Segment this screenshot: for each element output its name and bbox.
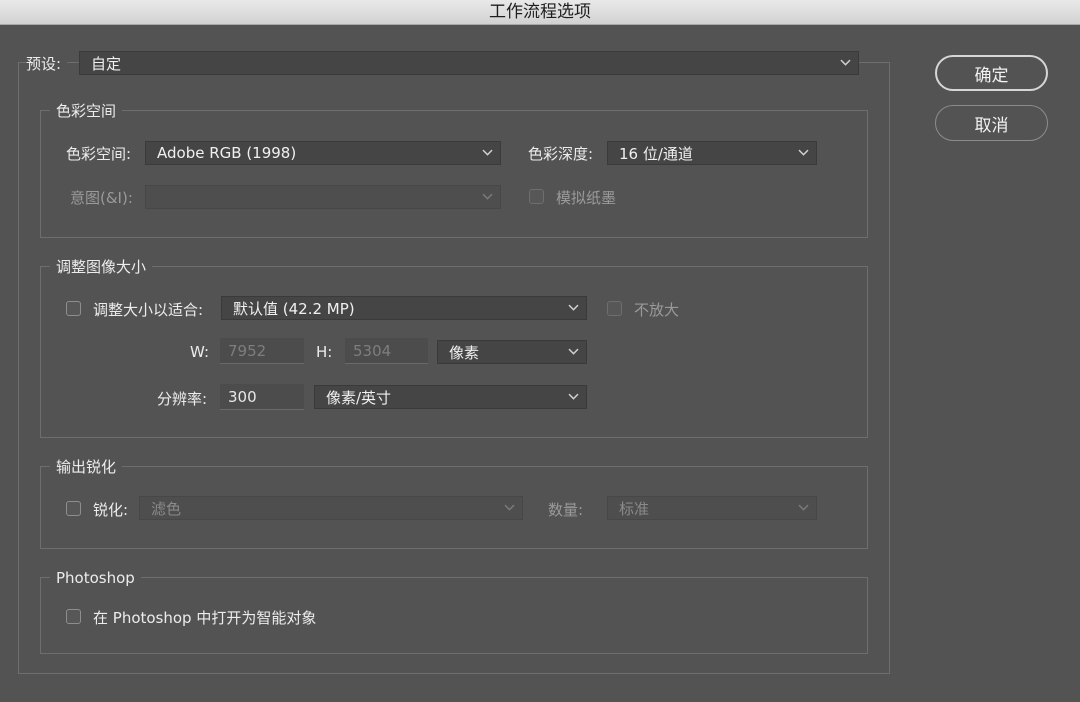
resolution-value: 300 bbox=[228, 387, 257, 406]
chevron-down-icon bbox=[798, 504, 809, 511]
no-enlarge-label: 不放大 bbox=[634, 301, 680, 319]
resize-title: 调整图像大小 bbox=[50, 257, 153, 277]
chevron-down-icon bbox=[568, 393, 579, 400]
resolution-input[interactable]: 300 bbox=[220, 384, 304, 410]
width-value: 7952 bbox=[228, 341, 267, 360]
resize-to-fit-checkbox[interactable] bbox=[66, 301, 81, 316]
size-unit-value: 像素 bbox=[449, 343, 480, 362]
cancel-button[interactable]: 取消 bbox=[935, 105, 1048, 141]
preset-label: 预设: bbox=[26, 54, 62, 73]
chevron-down-icon bbox=[504, 504, 515, 511]
cancel-button-label: 取消 bbox=[974, 115, 1009, 136]
open-smart-object-label: 在 Photoshop 中打开为智能对象 bbox=[93, 609, 317, 627]
height-value: 5304 bbox=[353, 341, 392, 360]
ok-button[interactable]: 确定 bbox=[935, 55, 1048, 91]
color-depth-label: 色彩深度: bbox=[528, 145, 594, 163]
resolution-unit-value: 像素/英寸 bbox=[326, 388, 392, 407]
width-label: W: bbox=[190, 343, 210, 361]
preset-select[interactable]: 自定 bbox=[79, 51, 859, 75]
window-title: 工作流程选项 bbox=[489, 2, 591, 22]
color-depth-value: 16 位/通道 bbox=[619, 144, 693, 163]
color-space-value: Adobe RGB (1998) bbox=[157, 144, 297, 162]
intent-label: 意图(&I): bbox=[70, 189, 133, 207]
preset-value: 自定 bbox=[91, 54, 122, 73]
color-depth-select[interactable]: 16 位/通道 bbox=[607, 141, 817, 165]
chevron-down-icon bbox=[840, 59, 851, 66]
amount-select[interactable]: 标准 bbox=[607, 496, 817, 520]
chevron-down-icon bbox=[568, 348, 579, 355]
resolution-label: 分辨率: bbox=[157, 390, 208, 408]
chevron-down-icon bbox=[798, 149, 809, 156]
width-input[interactable]: 7952 bbox=[220, 338, 304, 364]
sharpen-value: 滤色 bbox=[151, 499, 182, 518]
chevron-down-icon bbox=[482, 149, 493, 156]
sharpen-label: 锐化: bbox=[93, 501, 129, 519]
preset-row: 预设: bbox=[26, 50, 68, 76]
resize-to-fit-select[interactable]: 默认值 (42.2 MP) bbox=[221, 296, 587, 320]
color-space-label: 色彩空间: bbox=[66, 145, 132, 163]
resolution-unit-select[interactable]: 像素/英寸 bbox=[314, 385, 587, 409]
sharpen-title: 输出锐化 bbox=[50, 457, 123, 477]
chevron-down-icon bbox=[482, 193, 493, 200]
height-input[interactable]: 5304 bbox=[345, 338, 428, 364]
no-enlarge-checkbox[interactable] bbox=[607, 301, 622, 316]
window-title-bar: 工作流程选项 bbox=[0, 0, 1080, 25]
amount-value: 标准 bbox=[619, 499, 650, 518]
simulate-paper-ink-label: 模拟纸墨 bbox=[556, 189, 617, 207]
open-smart-object-checkbox[interactable] bbox=[66, 609, 81, 624]
size-unit-select[interactable]: 像素 bbox=[437, 340, 587, 364]
color-space-select[interactable]: Adobe RGB (1998) bbox=[145, 141, 501, 165]
sharpen-checkbox[interactable] bbox=[66, 501, 81, 516]
resize-to-fit-value: 默认值 (42.2 MP) bbox=[233, 299, 355, 318]
sharpen-select[interactable]: 滤色 bbox=[139, 496, 523, 520]
amount-label: 数量: bbox=[548, 501, 584, 519]
resize-to-fit-label: 调整大小以适合: bbox=[93, 301, 204, 319]
color-space-title: 色彩空间 bbox=[50, 101, 123, 121]
intent-select[interactable] bbox=[145, 185, 501, 209]
ok-button-label: 确定 bbox=[974, 65, 1009, 86]
photoshop-title: Photoshop bbox=[50, 568, 141, 588]
simulate-paper-ink-checkbox[interactable] bbox=[529, 189, 544, 204]
chevron-down-icon bbox=[568, 304, 579, 311]
color-space-group bbox=[40, 110, 868, 238]
height-label: H: bbox=[316, 343, 333, 361]
